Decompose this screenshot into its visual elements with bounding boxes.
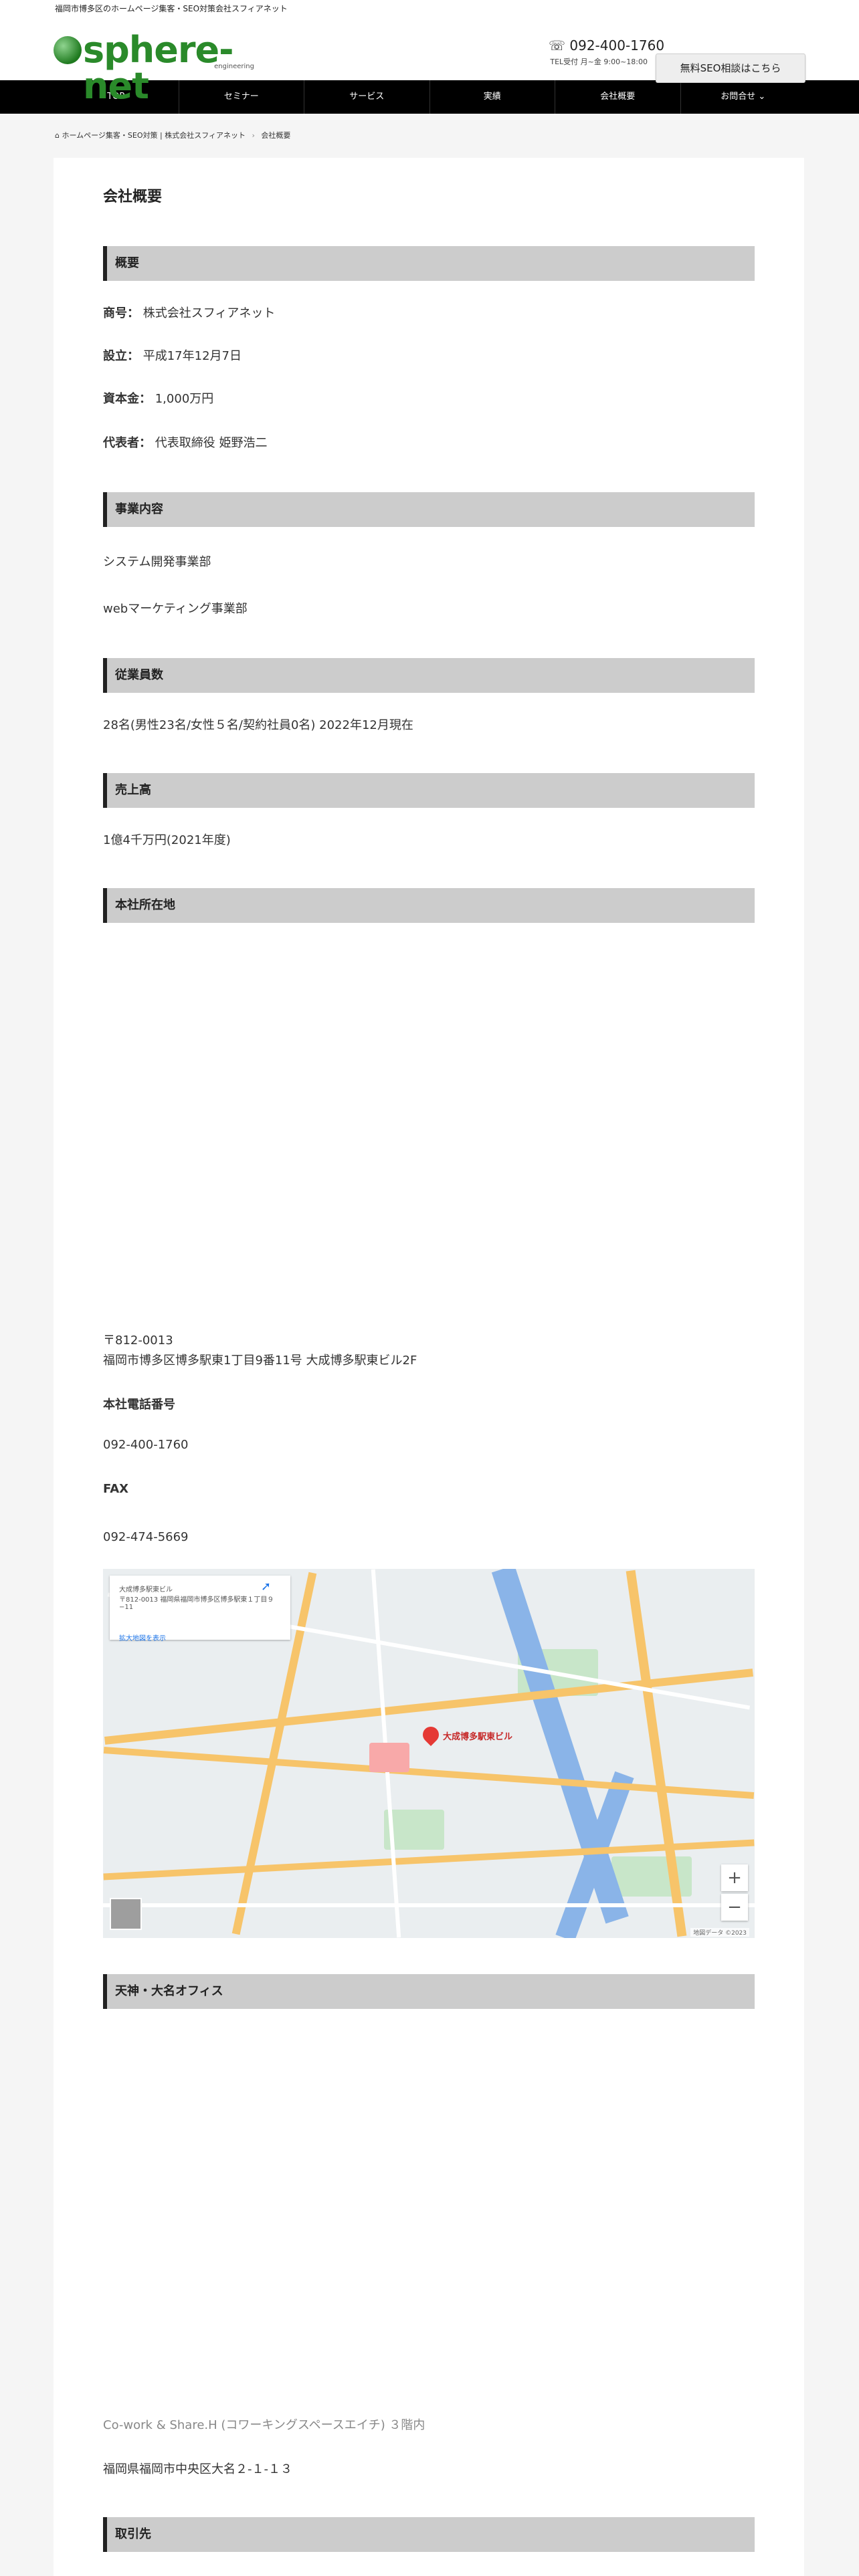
representative-row: 代表者： 代表取締役 姫野浩二 bbox=[103, 433, 267, 451]
heading-overview: 概要 bbox=[103, 246, 755, 281]
breadcrumb-current: 会社概要 bbox=[261, 131, 291, 140]
heading-tenjin-office: 天神・大名オフィス bbox=[103, 1974, 755, 2009]
site-logo[interactable]: sphere-net engineering bbox=[54, 32, 254, 104]
postal-code: 〒812-0013 bbox=[103, 1333, 173, 1348]
capital-row: 資本金： 1,000万円 bbox=[103, 389, 213, 407]
phone-icon: ☏ bbox=[549, 37, 566, 53]
breadcrumb-home-icon: ⌂ bbox=[55, 131, 60, 140]
heading-headquarters: 本社所在地 bbox=[103, 888, 755, 923]
nav-item-company[interactable]: 会社概要 bbox=[555, 80, 680, 114]
map-zoom-out-button[interactable]: − bbox=[721, 1894, 748, 1921]
google-map[interactable]: 大成博多駅東ビル 大成博多駅東ビル 〒812-0013 福岡県福岡市博多区博多駅… bbox=[103, 1569, 755, 1938]
directions-icon[interactable]: ➚ bbox=[261, 1580, 271, 1594]
map-pin-label: 大成博多駅東ビル bbox=[443, 1732, 513, 1742]
site-header: sphere-net engineering ☏ 092-400-1760 TE… bbox=[0, 17, 859, 104]
logo-globe-icon bbox=[54, 36, 82, 64]
fax-label: FAX bbox=[103, 1482, 128, 1496]
map-card-address: 〒812-0013 福岡県福岡市博多区博多駅東１丁目９−11 bbox=[119, 1596, 274, 1611]
representative-label: 代表者： bbox=[103, 436, 151, 450]
breadcrumb: ⌂ ホームページ集客・SEO対策 | 株式会社スフィアネット › 会社概要 bbox=[0, 114, 859, 158]
breadcrumb-home[interactable]: ホームページ集客・SEO対策 | 株式会社スフィアネット bbox=[62, 131, 246, 140]
hq-phone-label-text: 本社電話番号 bbox=[103, 1398, 175, 1412]
breadcrumb-separator: › bbox=[252, 131, 255, 140]
main-content: 会社概要 概要 商号： 株式会社スフィアネット 設立： 平成17年12月7日 資… bbox=[54, 158, 804, 2576]
header-contact: ☏ 092-400-1760 TEL受付 月~金 9:00~18:00 bbox=[549, 37, 664, 67]
map-satellite-toggle[interactable] bbox=[110, 1898, 142, 1930]
trade-name-value: 株式会社スフィアネット bbox=[142, 306, 276, 320]
hq-address: 福岡市博多区博多駅東1丁目9番11号 大成博多駅東ビル2F bbox=[103, 1354, 417, 1368]
free-seo-consult-button[interactable]: 無料SEO相談はこちら bbox=[656, 53, 805, 83]
header-phone-number: 092-400-1760 bbox=[569, 37, 665, 53]
fax-number: 092-474-5669 bbox=[103, 1530, 189, 1544]
map-card-title: 大成博多駅東ビル bbox=[119, 1586, 173, 1594]
hq-phone-number[interactable]: 092-400-1760 bbox=[103, 1438, 189, 1452]
representative-value: 代表取締役 姫野浩二 bbox=[155, 436, 268, 450]
capital-label: 資本金： bbox=[103, 392, 151, 406]
business-item: システム開発事業部 bbox=[103, 555, 211, 569]
capital-value: 1,000万円 bbox=[155, 392, 214, 406]
business-item: webマーケティング事業部 bbox=[103, 602, 248, 616]
map-zoom-in-button[interactable]: + bbox=[721, 1864, 748, 1891]
heading-clients: 取引先 bbox=[103, 2517, 755, 2552]
nav-item-works[interactable]: 実績 bbox=[429, 80, 555, 114]
fax-label-text: FAX bbox=[103, 1482, 129, 1496]
nav-item-service[interactable]: サービス bbox=[304, 80, 430, 114]
founded-row: 設立： 平成17年12月7日 bbox=[103, 346, 242, 364]
tenjin-building: Co-work & Share.H (コワーキングスペースエイチ) ３階内 bbox=[103, 2418, 425, 2432]
heading-employees: 従業員数 bbox=[103, 658, 755, 693]
header-phone[interactable]: ☏ 092-400-1760 bbox=[549, 37, 664, 53]
sales-text: 1億4千万円(2021年度) bbox=[103, 833, 231, 847]
founded-value: 平成17年12月7日 bbox=[142, 349, 242, 363]
trade-name-row: 商号： 株式会社スフィアネット bbox=[103, 304, 275, 321]
map-credit: 地図データ ©2023 bbox=[690, 1928, 749, 1937]
logo-subtext: engineering bbox=[214, 63, 254, 70]
header-phone-hours: TEL受付 月~金 9:00~18:00 bbox=[550, 58, 648, 66]
page-title: 会社概要 bbox=[103, 189, 163, 205]
site-tagline: 福岡市博多区のホームページ集客・SEO対策会社スフィアネット bbox=[0, 0, 859, 17]
hq-phone-label: 本社電話番号 bbox=[103, 1395, 175, 1412]
founded-label: 設立： bbox=[103, 349, 139, 363]
tenjin-address: 福岡県福岡市中央区大名２-１-１３ bbox=[103, 2462, 292, 2476]
employees-text: 28名(男性23名/女性５名/契約社員0名) 2022年12月現在 bbox=[103, 718, 413, 732]
heading-business: 事業内容 bbox=[103, 492, 755, 527]
nav-item-contact[interactable]: お問合せ ⌄ bbox=[680, 80, 806, 114]
map-larger-link[interactable]: 拡大地図を表示 bbox=[119, 1632, 281, 1642]
heading-sales: 売上高 bbox=[103, 773, 755, 808]
trade-name-label: 商号： bbox=[103, 306, 139, 320]
